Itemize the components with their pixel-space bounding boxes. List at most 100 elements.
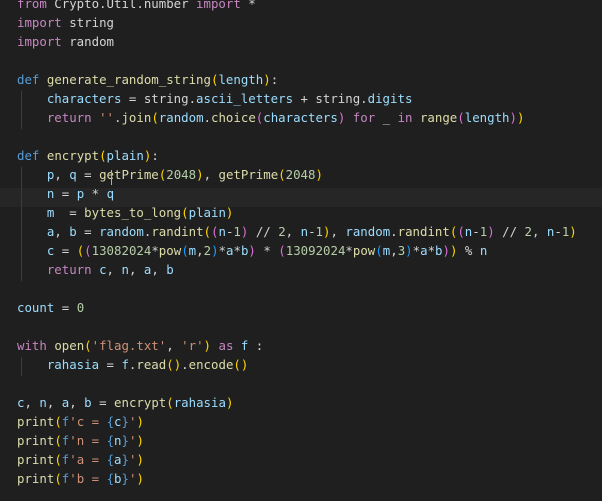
code-line[interactable]: p, q = getPrime(2048), getPrime(2048) xyxy=(17,165,323,184)
code-token: { xyxy=(106,471,115,486)
code-token: def xyxy=(17,148,40,163)
code-token: = xyxy=(91,395,115,410)
code-token: : xyxy=(248,338,264,353)
code-token: } xyxy=(121,414,129,429)
code-token: getPrime xyxy=(99,167,159,182)
code-token: , xyxy=(128,262,144,277)
code-editor[interactable]: from Crypto.Util.number import * import s… xyxy=(0,0,602,501)
code-token: * xyxy=(427,243,436,258)
code-line[interactable]: print(f'a = {a}') xyxy=(17,450,144,469)
code-line[interactable]: print(f'c = {c}') xyxy=(17,412,144,431)
code-token: , xyxy=(390,243,398,258)
code-token: n xyxy=(114,433,122,448)
code-token: m xyxy=(17,205,55,220)
code-line[interactable]: a, b = random.randint((n-1) // 2, n-1), … xyxy=(17,222,577,241)
code-token: n xyxy=(300,224,309,239)
code-token: ( xyxy=(99,148,107,163)
code-token: print xyxy=(17,452,55,467)
code-token: b xyxy=(69,224,77,239)
code-token: * xyxy=(218,243,226,258)
code-line[interactable]: characters = string.ascii_letters + stri… xyxy=(17,89,413,108)
code-line[interactable]: count = 0 xyxy=(17,298,84,317)
code-token: c xyxy=(99,262,107,277)
code-token: ) xyxy=(203,338,212,353)
code-line[interactable]: n = p * q xyxy=(17,184,114,203)
code-token: 1 xyxy=(233,224,241,239)
code-token: 'n = xyxy=(69,433,107,448)
code-line[interactable]: from Crypto.Util.number import * xyxy=(17,0,256,13)
code-token: ( xyxy=(84,338,92,353)
code-token: ) xyxy=(211,243,219,258)
code-line[interactable]: def generate_random_string(length): xyxy=(17,70,278,89)
code-line[interactable]: import random xyxy=(17,32,114,51)
code-token: import xyxy=(17,15,62,30)
code-token: ( xyxy=(166,395,174,410)
code-token: , xyxy=(54,224,70,239)
code-line[interactable]: rahasia = f.read().encode() xyxy=(17,355,249,374)
code-token: = xyxy=(76,224,100,239)
code-token: 'r' xyxy=(181,338,204,353)
code-line[interactable]: return c, n, a, b xyxy=(17,260,174,279)
code-token: q xyxy=(69,167,77,182)
code-token: 2 xyxy=(524,224,532,239)
code-token: ( xyxy=(181,205,189,220)
code-token: = xyxy=(76,167,100,182)
code-token: random xyxy=(345,224,391,239)
code-token: , xyxy=(330,224,346,239)
code-token: + string. xyxy=(293,91,368,106)
code-line[interactable]: print(f'n = {n}') xyxy=(17,431,144,450)
code-token: string xyxy=(61,15,114,30)
code-token: 2 xyxy=(278,224,286,239)
code-token: ( xyxy=(278,243,286,258)
code-line[interactable]: with open('flag.txt', 'r') as f : xyxy=(17,336,263,355)
code-token: count xyxy=(17,300,55,315)
code-token: - xyxy=(308,224,316,239)
code-token: a xyxy=(17,224,55,239)
code-token: ) xyxy=(569,224,577,239)
code-token: ( xyxy=(457,224,465,239)
code-token: , xyxy=(285,224,301,239)
code-token: 13092024 xyxy=(285,243,346,258)
code-token: ( xyxy=(54,452,62,467)
code-token: , xyxy=(46,395,62,410)
code-token: b xyxy=(84,395,92,410)
code-line[interactable]: def encrypt(plain): xyxy=(17,146,159,165)
code-token: 'flag.txt' xyxy=(91,338,167,353)
code-token: digits xyxy=(367,91,413,106)
code-line[interactable]: import string xyxy=(17,13,114,32)
code-token: randint xyxy=(397,224,450,239)
code-token: , xyxy=(54,167,70,182)
code-token: ) xyxy=(136,452,144,467)
code-token: join xyxy=(121,110,152,125)
code-line[interactable]: return ''.join(random.choice(characters)… xyxy=(17,108,525,127)
code-token: ( xyxy=(151,110,159,125)
code-line[interactable]: c, n, a, b = encrypt(rahasia) xyxy=(17,393,233,412)
code-token: * xyxy=(84,186,107,201)
code-token: * xyxy=(412,243,421,258)
code-token: 2048 xyxy=(285,167,316,182)
code-token: . xyxy=(390,224,398,239)
code-token: 2 xyxy=(203,243,212,258)
code-token: * xyxy=(345,243,353,258)
code-token: c xyxy=(114,414,122,429)
code-token: n xyxy=(121,262,129,277)
code-token: * xyxy=(240,0,256,11)
code-token: encrypt xyxy=(46,148,100,163)
code-token: b xyxy=(166,262,174,277)
code-line[interactable]: c = ((13082024*pow(m,2)*a*b) * (13092024… xyxy=(17,241,487,260)
code-line[interactable]: print(f'b = {b}') xyxy=(17,469,144,488)
code-token: pow xyxy=(158,243,182,258)
code-token: ) xyxy=(225,395,234,410)
code-token: print xyxy=(17,471,55,486)
code-token: } xyxy=(121,471,129,486)
code-token: 0 xyxy=(76,300,85,315)
code-token: a xyxy=(114,452,122,467)
code-token: ) xyxy=(248,243,256,258)
code-token: print xyxy=(17,433,55,448)
code-token: // xyxy=(494,224,525,239)
code-line[interactable]: m = bytes_to_long(plain) xyxy=(17,203,234,222)
text-cursor xyxy=(111,170,112,185)
code-token: randint xyxy=(151,224,204,239)
